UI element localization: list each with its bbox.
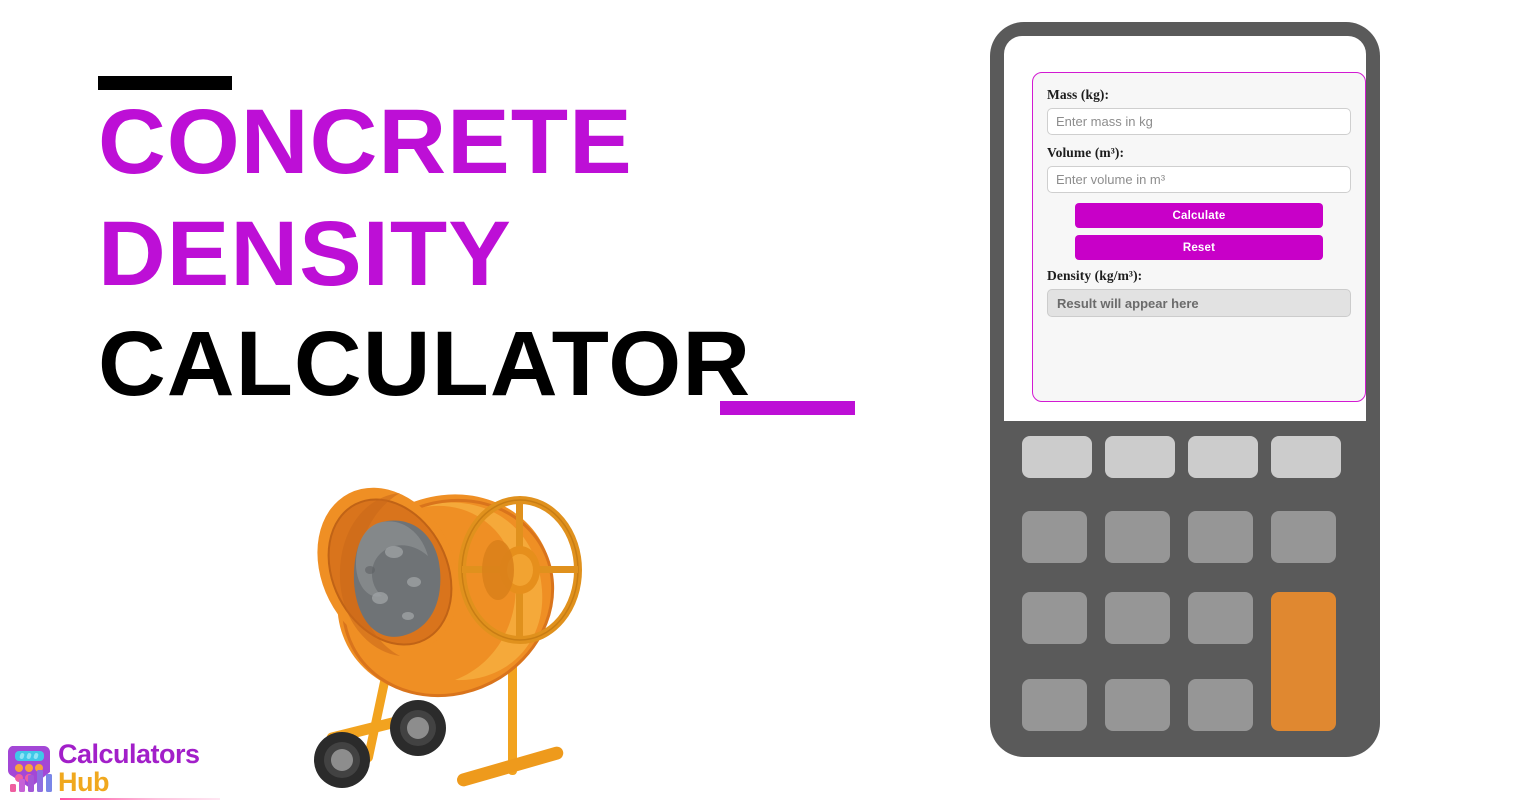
- keypad-key-r2c1[interactable]: [1022, 511, 1087, 563]
- page-title-line-1: Concrete: [98, 91, 633, 193]
- logo-word-calculators: Calculators: [58, 739, 200, 769]
- calculate-button[interactable]: Calculate: [1075, 203, 1323, 228]
- volume-field-label: Volume (m³):: [1047, 145, 1125, 160]
- logo-word-hub: Hub: [58, 767, 109, 797]
- keypad-key-r3c2[interactable]: [1105, 592, 1170, 644]
- reset-button[interactable]: Reset: [1075, 235, 1323, 260]
- volume-input[interactable]: [1047, 166, 1351, 193]
- mixer-handwheel: [458, 496, 582, 644]
- page-title-line-2: Density: [98, 203, 512, 305]
- calculator-keypad: [1018, 428, 1341, 738]
- calculator-bar-chart-icon: [4, 742, 56, 794]
- mass-field-label: Mass (kg):: [1047, 87, 1110, 102]
- title-block: Concrete Density Calculator: [0, 0, 960, 440]
- keypad-key-r4c1[interactable]: [1022, 679, 1087, 731]
- density-calculator-form: Mass (kg): Volume (m³): Calculate Reset …: [1032, 72, 1366, 402]
- density-result-label: Density (kg/m³):: [1047, 268, 1143, 283]
- calculator-screen: Mass (kg): Volume (m³): Calculate Reset …: [1004, 36, 1366, 421]
- keypad-key-r2c3[interactable]: [1188, 511, 1253, 563]
- density-result-output: Result will appear here: [1047, 289, 1351, 317]
- title-top-rule: [98, 76, 232, 90]
- cement-mixer-illustration: [270, 430, 630, 800]
- concrete-mass: [353, 520, 441, 637]
- keypad-key-r3c3[interactable]: [1188, 592, 1253, 644]
- keypad-key-r1c2[interactable]: [1105, 436, 1175, 478]
- keypad-key-r2c4[interactable]: [1271, 511, 1336, 563]
- keypad-key-r2c2[interactable]: [1105, 511, 1170, 563]
- keypad-key-r1c4[interactable]: [1271, 436, 1341, 478]
- calculator-device: Mass (kg): Volume (m³): Calculate Reset …: [990, 22, 1380, 757]
- title-bottom-rule: [720, 401, 855, 415]
- logo-wordmark: Calculators Hub: [58, 740, 224, 796]
- keypad-key-r4c2[interactable]: [1105, 679, 1170, 731]
- keypad-key-r3c1[interactable]: [1022, 592, 1087, 644]
- mass-input[interactable]: [1047, 108, 1351, 135]
- keypad-key-equals[interactable]: [1271, 592, 1336, 731]
- page-title-line-3: Calculator: [98, 313, 752, 415]
- keypad-key-r1c1[interactable]: [1022, 436, 1092, 478]
- keypad-key-r4c3[interactable]: [1188, 679, 1253, 731]
- keypad-key-r1c3[interactable]: [1188, 436, 1258, 478]
- calculators-hub-logo[interactable]: Calculators Hub: [4, 740, 224, 800]
